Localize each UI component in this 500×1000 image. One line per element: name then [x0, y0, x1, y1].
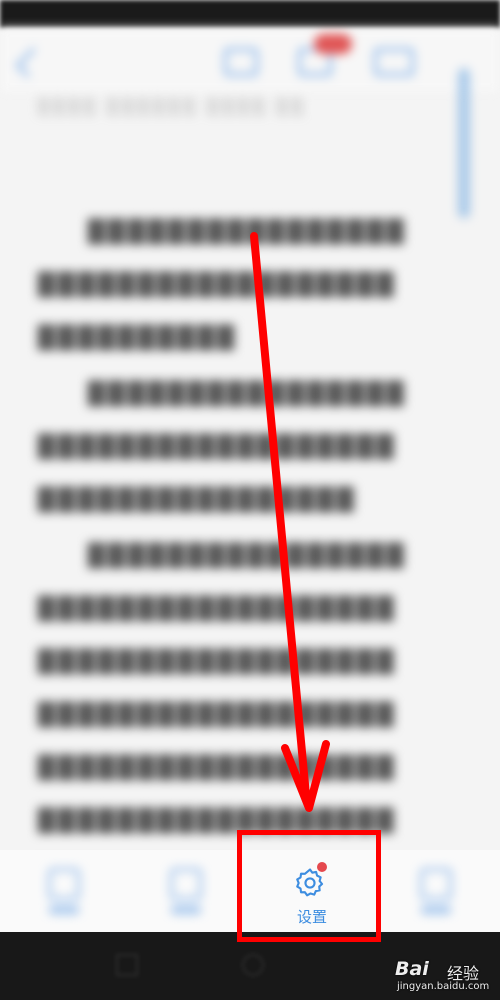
watermark-url: jingyan.baidu.com [397, 981, 490, 992]
menu-nav-icon[interactable] [116, 954, 138, 976]
reader-content-blurred: ░░░░ ░░░░░░ ░░░░ ░░ ████████████████ ███… [0, 28, 500, 887]
toolbar-icon[interactable] [374, 48, 414, 76]
highlight-box [237, 830, 381, 942]
toolbar-icon[interactable] [224, 48, 258, 76]
status-bar [0, 0, 500, 28]
bottom-bar-item[interactable] [166, 868, 206, 920]
home-nav-icon[interactable] [242, 954, 264, 976]
bottom-bar-item[interactable] [416, 868, 456, 920]
notification-badge [314, 34, 352, 54]
back-icon[interactable] [15, 47, 46, 78]
blurred-paragraph: ████████████████ ██████████████████ ████… [38, 382, 407, 513]
baidu-jingyan-watermark: Bai 经验 jingyan.baidu.com [395, 958, 495, 994]
bottom-bar-item[interactable] [44, 868, 84, 920]
blurred-text-line: ░░░░ ░░░░░░ ░░░░ ░░ [38, 97, 308, 116]
blurred-paragraph: ████████████████ ██████████████████ ████… [38, 220, 407, 351]
watermark-brand: Bai [395, 958, 429, 980]
